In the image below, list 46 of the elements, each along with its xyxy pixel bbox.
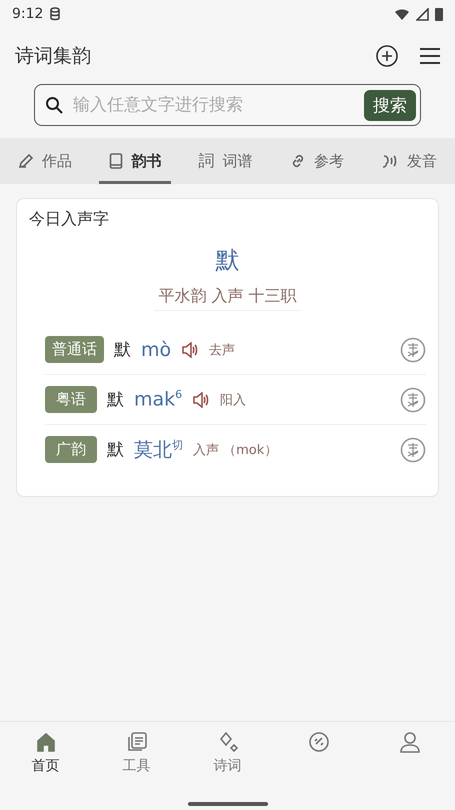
tone-label: 去声 — [209, 342, 236, 358]
dialect-tag: 普通话 — [45, 336, 104, 363]
tab[interactable]: 韵书 — [99, 138, 172, 184]
nav-item[interactable]: 首页 — [0, 730, 91, 810]
search-icon — [45, 96, 63, 114]
dialect-tag: 广韵 — [45, 436, 97, 463]
tab[interactable]: 参考 — [280, 138, 354, 184]
app-title: 诗词集韵 — [15, 44, 91, 69]
seal-icon[interactable] — [400, 386, 426, 412]
character: 默 — [114, 339, 131, 361]
tone-label: 入声 （mok） — [193, 442, 278, 458]
card-title: 今日入声字 — [29, 209, 110, 230]
battery-icon — [435, 7, 443, 21]
tone-label: 阳入 — [220, 392, 246, 408]
home-icon — [34, 731, 56, 753]
pronunciation: mak$^{6}$ — [134, 388, 182, 411]
person-icon — [398, 731, 420, 753]
wifi-icon — [394, 8, 410, 20]
pronunciation: 莫北$^{切}$ — [134, 437, 183, 462]
nav-item[interactable]: 诗词 — [182, 730, 273, 810]
add-icon[interactable] — [375, 44, 399, 68]
nav-item[interactable]: 工具 — [91, 730, 182, 810]
voice-icon — [381, 153, 399, 169]
tab[interactable]: 发音 — [371, 138, 447, 184]
character: 默 — [107, 389, 124, 411]
book-icon — [109, 153, 124, 169]
tab[interactable]: 詞 词谱 — [188, 138, 262, 184]
dialect-tag: 粤语 — [45, 386, 97, 413]
signal-icon — [416, 8, 429, 20]
menu-icon[interactable] — [419, 47, 441, 65]
rhyme-category: 平水韵 入声 十三职 — [154, 286, 301, 311]
tab[interactable]: 作品 — [8, 138, 82, 184]
search-field[interactable]: 输入任意文字进行搜索 搜索 — [34, 84, 421, 126]
search-button[interactable]: 搜索 — [364, 90, 416, 120]
pencil-icon — [18, 153, 34, 169]
character: 默 — [107, 439, 124, 461]
document-stack-icon — [126, 731, 148, 753]
pronunciation: mò — [141, 338, 172, 360]
storage-icon — [49, 7, 62, 21]
glyph-icon: 詞 — [198, 150, 214, 172]
seal-icon[interactable] — [400, 436, 426, 462]
featured-character: 默 — [214, 245, 240, 276]
seal-icon[interactable] — [400, 336, 426, 362]
speaker-icon[interactable] — [181, 342, 200, 358]
clock: 9:12 — [12, 6, 44, 22]
speaker-icon[interactable] — [192, 392, 210, 408]
